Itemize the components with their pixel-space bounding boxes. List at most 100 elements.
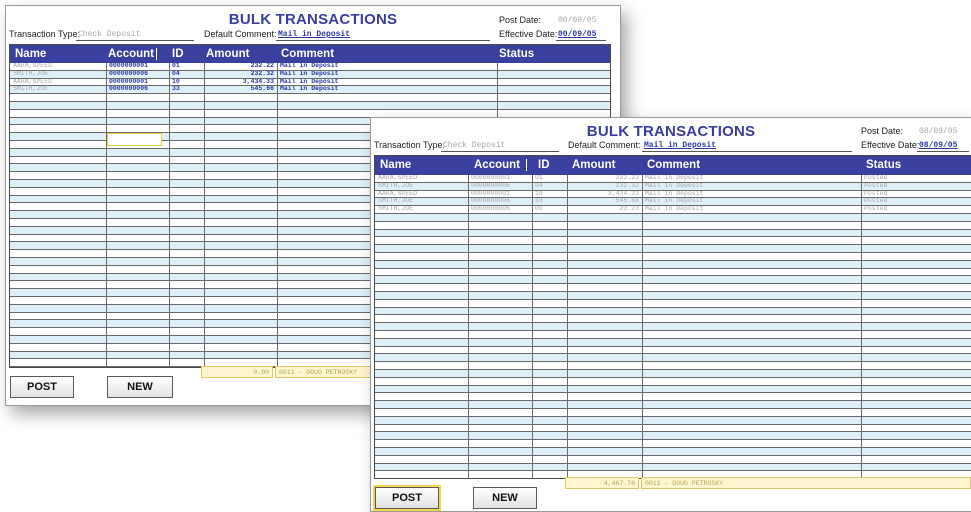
table-row[interactable]: [375, 222, 971, 230]
cell-id[interactable]: [169, 352, 204, 359]
cell-comment[interactable]: Mail in Deposit: [277, 71, 497, 78]
cell-name[interactable]: [375, 448, 468, 455]
cell-status[interactable]: [861, 323, 969, 330]
cell-account[interactable]: [106, 172, 169, 179]
cell-amount[interactable]: 23.23: [567, 206, 642, 213]
cell-amount[interactable]: [567, 386, 642, 393]
cell-account[interactable]: [468, 354, 532, 361]
cell-comment[interactable]: [642, 339, 861, 346]
cell-name[interactable]: SMITH,JOE: [375, 183, 468, 190]
cell-id[interactable]: [169, 266, 204, 273]
cell-account[interactable]: [468, 440, 532, 447]
cell-amount[interactable]: [204, 274, 277, 281]
cell-account[interactable]: [106, 235, 169, 242]
column-header-name[interactable]: Name: [10, 45, 102, 63]
cell-account[interactable]: [106, 110, 169, 117]
cell-status[interactable]: [861, 378, 969, 385]
cell-status[interactable]: [861, 292, 969, 299]
cell-amount[interactable]: [567, 237, 642, 244]
table-row[interactable]: AARA,SPEED 0000000001 01 232.22 Mail in Depo…: [10, 63, 610, 71]
cell-name[interactable]: [375, 401, 468, 408]
table-row[interactable]: [375, 409, 971, 417]
cell-comment[interactable]: [642, 222, 861, 229]
cell-name[interactable]: [10, 211, 106, 218]
cell-status[interactable]: [861, 300, 969, 307]
cell-amount[interactable]: [567, 354, 642, 361]
cell-account[interactable]: [468, 347, 532, 354]
cell-amount[interactable]: [204, 180, 277, 187]
cell-account[interactable]: [468, 214, 532, 221]
effective-date-field[interactable]: 00/09/05: [558, 30, 596, 39]
cell-id[interactable]: [169, 102, 204, 109]
cell-amount[interactable]: [567, 245, 642, 252]
cell-status[interactable]: [861, 347, 969, 354]
cell-status[interactable]: Posted: [861, 198, 969, 205]
cell-account[interactable]: [468, 378, 532, 385]
cell-account[interactable]: [106, 305, 169, 312]
cell-amount[interactable]: [567, 214, 642, 221]
table-row[interactable]: [375, 385, 971, 394]
column-header-amount[interactable]: Amount: [567, 156, 639, 175]
cell-name[interactable]: SMITH,JOE: [375, 198, 468, 205]
cell-id[interactable]: [169, 141, 204, 148]
cell-account[interactable]: [106, 188, 169, 195]
cell-account[interactable]: [468, 284, 532, 291]
table-row[interactable]: SMITH,JOE 0000000006 33 545.66 Mail in Depos…: [375, 198, 971, 207]
cell-status[interactable]: [497, 71, 608, 78]
cell-id[interactable]: [169, 157, 204, 164]
cell-comment[interactable]: [642, 417, 861, 424]
cell-comment[interactable]: [642, 253, 861, 260]
cell-amount[interactable]: [204, 172, 277, 179]
cell-name[interactable]: [10, 266, 106, 273]
cell-name[interactable]: [10, 305, 106, 312]
cell-name[interactable]: AARA,SPEED: [10, 63, 106, 70]
cell-comment[interactable]: [642, 292, 861, 299]
cell-id[interactable]: [169, 203, 204, 210]
cell-account[interactable]: [468, 370, 532, 377]
table-row[interactable]: [375, 237, 971, 246]
cell-id[interactable]: [532, 261, 567, 268]
cell-comment[interactable]: Mail in Deposit: [277, 79, 497, 86]
cell-amount[interactable]: 3,434.33: [567, 191, 642, 198]
cell-amount[interactable]: [567, 308, 642, 315]
cell-comment[interactable]: [642, 230, 861, 237]
cell-status[interactable]: [861, 331, 969, 338]
cell-id[interactable]: [169, 336, 204, 343]
cell-amount[interactable]: [567, 425, 642, 432]
cell-id[interactable]: [169, 211, 204, 218]
cell-amount[interactable]: [567, 362, 642, 369]
cell-amount[interactable]: [567, 464, 642, 471]
cell-id[interactable]: [169, 328, 204, 335]
cell-name[interactable]: [10, 297, 106, 304]
cell-name[interactable]: [375, 432, 468, 439]
cell-comment[interactable]: Mail in Deposit: [642, 175, 861, 182]
cell-amount[interactable]: [204, 305, 277, 312]
cell-amount[interactable]: [567, 339, 642, 346]
cell-comment[interactable]: [642, 276, 861, 283]
cell-id[interactable]: [169, 289, 204, 296]
cell-id[interactable]: [169, 118, 204, 125]
cell-name[interactable]: [375, 378, 468, 385]
cell-account[interactable]: [106, 219, 169, 226]
cell-name[interactable]: [375, 393, 468, 400]
table-row[interactable]: [375, 315, 971, 324]
cell-status[interactable]: [497, 79, 608, 86]
cell-account[interactable]: 0000000006: [106, 71, 169, 78]
cell-name[interactable]: [10, 227, 106, 234]
table-row[interactable]: [375, 300, 971, 308]
cell-id[interactable]: [169, 274, 204, 281]
cell-account[interactable]: [106, 157, 169, 164]
cell-name[interactable]: [10, 344, 106, 351]
column-header-id[interactable]: ID: [533, 156, 567, 175]
cell-status[interactable]: [497, 102, 608, 109]
cell-comment[interactable]: [642, 308, 861, 315]
post-button[interactable]: POST: [10, 376, 74, 398]
column-header-status[interactable]: Status: [861, 156, 967, 175]
cell-account[interactable]: [106, 125, 169, 132]
cell-amount[interactable]: [567, 393, 642, 400]
table-row[interactable]: SMITH,JOE 0000000006 33 545.66 Mail in Depos…: [10, 86, 610, 95]
cell-id[interactable]: [169, 172, 204, 179]
cell-id[interactable]: [532, 347, 567, 354]
cell-comment[interactable]: Mail in Deposit: [642, 183, 861, 190]
cell-id[interactable]: 10: [169, 79, 204, 86]
